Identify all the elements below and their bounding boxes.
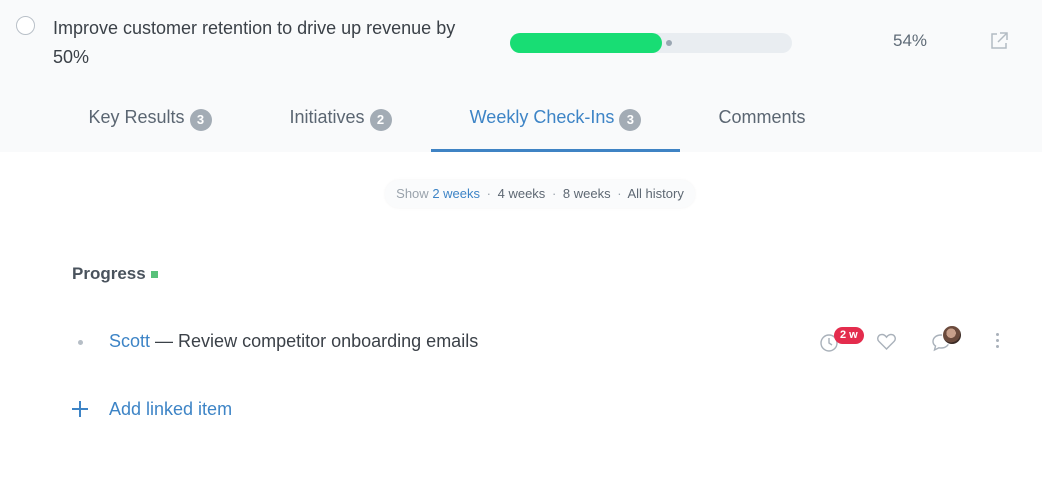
item-owner-link[interactable]: Scott xyxy=(109,331,150,351)
history-range-selector: Show 2 weeks · 4 weeks · 8 weeks · All h… xyxy=(385,180,695,208)
section-title-progress: Progress xyxy=(72,264,146,283)
tab-weekly-check-ins[interactable]: Weekly Check-Ins 3 xyxy=(431,96,680,152)
progress-percentage: 54% xyxy=(893,31,928,50)
objective-checkbox[interactable] xyxy=(16,16,35,35)
tab-initiatives[interactable]: Initiatives 2 xyxy=(258,96,423,152)
item-dash: — xyxy=(150,331,179,351)
plus-icon xyxy=(72,401,88,417)
more-vertical-icon[interactable] xyxy=(996,333,1000,350)
heart-icon[interactable] xyxy=(876,332,897,352)
tab-label: Initiatives xyxy=(289,107,365,127)
range-option-8-weeks[interactable]: 8 weeks xyxy=(563,186,611,201)
count-badge: 3 xyxy=(619,109,642,131)
tab-label: Key Results xyxy=(88,107,185,127)
bullet-icon xyxy=(78,340,83,345)
list-item-text: Scott — Review competitor onboarding ema… xyxy=(109,331,478,352)
status-indicator xyxy=(151,271,158,278)
objective-title[interactable]: Improve customer retention to drive up r… xyxy=(53,14,493,72)
add-linked-item-button[interactable]: Add linked item xyxy=(72,397,232,421)
range-option-2-weeks[interactable]: 2 weeks xyxy=(432,186,480,201)
count-badge: 2 xyxy=(369,109,392,131)
range-prefix: Show xyxy=(396,186,429,201)
range-separator: · xyxy=(551,186,557,201)
range-option-4-weeks[interactable]: 4 weeks xyxy=(498,186,546,201)
item-title[interactable]: Review competitor onboarding emails xyxy=(178,331,478,351)
count-badge: 3 xyxy=(189,109,212,131)
progress-bar-fill xyxy=(510,33,663,53)
progress-bar-handle xyxy=(666,40,673,46)
external-link-icon[interactable] xyxy=(988,30,1010,52)
tab-comments[interactable]: Comments xyxy=(690,96,834,152)
tab-key-results[interactable]: Key Results 3 xyxy=(60,96,240,152)
range-separator: · xyxy=(617,186,622,201)
tab-label: Weekly Check-Ins xyxy=(469,107,615,127)
range-option-all-history[interactable]: All history xyxy=(627,186,683,201)
avatar[interactable] xyxy=(942,325,962,345)
objective-progress-bar xyxy=(510,33,792,53)
tab-label: Comments xyxy=(718,107,806,127)
age-badge: 2 w xyxy=(834,327,864,344)
range-separator: · xyxy=(486,186,491,201)
objective-header: Improve customer retention to drive up r… xyxy=(0,0,1042,152)
add-linked-item-label: Add linked item xyxy=(109,398,233,419)
tab-bar: Key Results 3 Initiatives 2 Weekly Check… xyxy=(0,96,1042,152)
